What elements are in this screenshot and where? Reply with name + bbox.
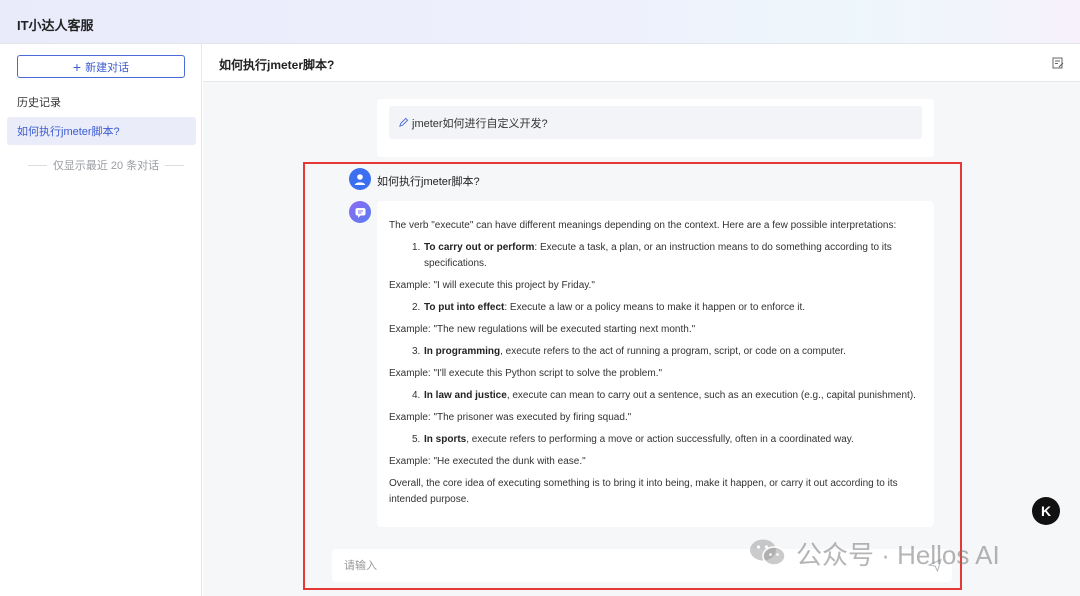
user-question: 如何执行jmeter脚本? [377, 176, 480, 188]
floating-logo[interactable]: K [1032, 497, 1060, 525]
history-heading: 历史记录 [17, 97, 61, 109]
list-text: , execute refers to performing a move or… [466, 434, 854, 445]
previous-message-card: jmeter如何进行自定义开发? [377, 99, 934, 157]
page-title: 如何执行jmeter脚本? [219, 58, 335, 72]
list-term: In sports [424, 434, 467, 445]
example-text: Example: "He executed the dunk with ease… [389, 456, 586, 467]
list-text: , execute can mean to carry out a senten… [506, 390, 916, 401]
history-note-text: 仅显示最近 20 条对话 [52, 160, 160, 172]
list-text: : Execute a law or a policy means to mak… [504, 302, 806, 313]
list-term: To carry out or perform [424, 242, 535, 253]
watermark-text: 公众号 · Hellos AI [796, 539, 1000, 570]
list-term: In law and justice [424, 390, 507, 401]
example-text: Example: "The new regulations will be ex… [389, 324, 696, 335]
list-item: 2. To put into effect: Execute a law or … [389, 300, 922, 316]
divider [165, 164, 185, 166]
list-number: 5. [412, 434, 421, 445]
edit-icon[interactable] [1052, 57, 1064, 69]
top-bar: IT小达人客服 [0, 0, 1080, 44]
sidebar-item-history[interactable]: 如何执行jmeter脚本? [7, 117, 196, 145]
sidebar: + 新建对话 历史记录 如何执行jmeter脚本? 仅显示最近 20 条对话 [0, 44, 202, 596]
list-item: 1. To carry out or perform: Execute a ta… [389, 240, 922, 272]
list-item: 3. In programming, execute refers to the… [389, 344, 922, 360]
list-number: 2. [412, 302, 421, 313]
example-text: Example: "I will execute this project by… [389, 280, 595, 291]
previous-prompt[interactable]: jmeter如何进行自定义开发? [389, 106, 922, 139]
list-item: 5. In sports, execute refers to performi… [389, 432, 922, 448]
bot-chat-icon [349, 201, 371, 223]
pen-icon [399, 117, 409, 127]
wechat-icon [750, 539, 786, 566]
new-chat-label: 新建对话 [85, 61, 130, 74]
list-number: 1. [412, 242, 421, 253]
example-text: Example: "The prisoner was executed by f… [389, 412, 632, 423]
list-term: In programming [424, 346, 501, 357]
list-text: , execute refers to the act of running a… [500, 346, 846, 357]
list-number: 3. [412, 346, 421, 357]
app-title: IT小达人客服 [17, 18, 94, 33]
answer-conclusion: Overall, the core idea of executing some… [389, 478, 898, 505]
user-avatar-icon [349, 168, 371, 190]
new-chat-button[interactable]: + 新建对话 [17, 55, 185, 78]
chat-header: 如何执行jmeter脚本? [203, 44, 1080, 82]
list-item: 4. In law and justice, execute can mean … [389, 388, 922, 404]
previous-prompt-text: jmeter如何进行自定义开发? [412, 117, 548, 130]
answer-intro: The verb "execute" can have different me… [389, 220, 897, 231]
divider [28, 164, 47, 166]
bot-answer: The verb "execute" can have different me… [377, 201, 934, 527]
watermark: 公众号 · Hellos AI [748, 535, 1000, 571]
plus-icon: + [72, 58, 82, 75]
example-text: Example: "I'll execute this Python scrip… [389, 368, 663, 379]
history-note: 仅显示最近 20 条对话 [28, 157, 185, 173]
list-number: 4. [412, 390, 421, 401]
list-term: To put into effect [424, 302, 505, 313]
